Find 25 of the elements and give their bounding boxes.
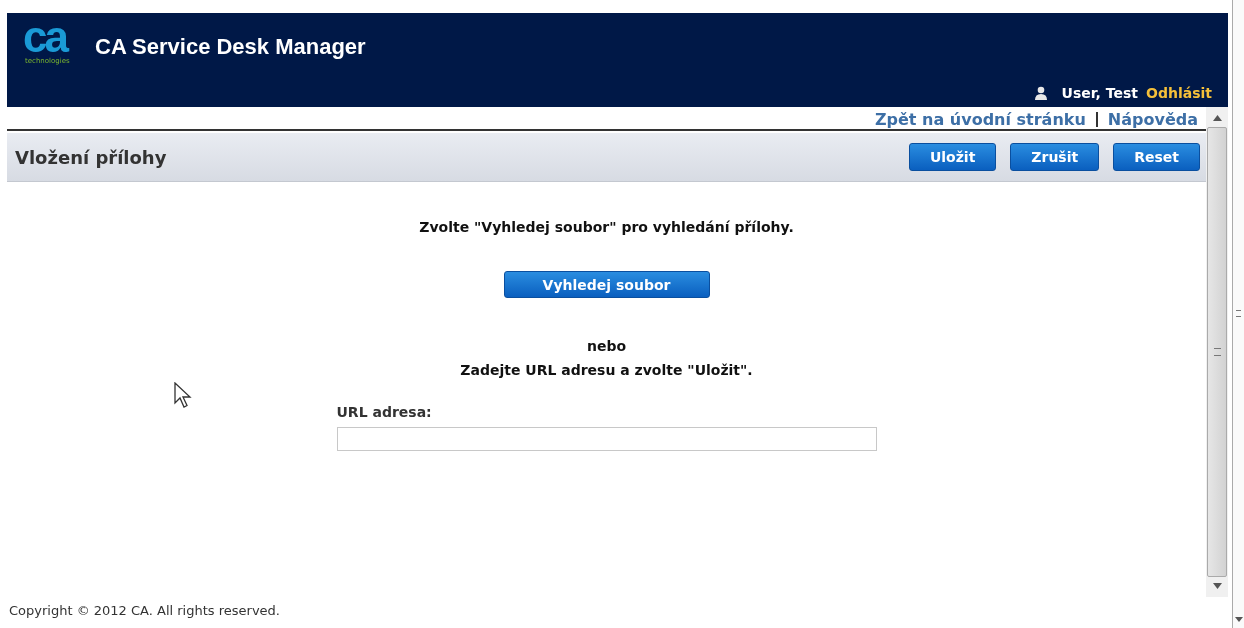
app-title: CA Service Desk Manager bbox=[95, 34, 366, 60]
outer-scrollbar[interactable] bbox=[1232, 0, 1244, 628]
url-input-field[interactable] bbox=[336, 427, 877, 451]
user-name: User, Test bbox=[1061, 85, 1139, 101]
user-icon bbox=[1033, 86, 1048, 100]
url-label: URL adresa: bbox=[336, 404, 433, 420]
scrollbar[interactable] bbox=[1206, 107, 1228, 597]
help-link[interactable]: Nápověda bbox=[1107, 109, 1198, 129]
save-button[interactable]: Uložit bbox=[908, 143, 997, 171]
page-title: Vložení přílohy bbox=[15, 146, 167, 168]
instruction-text: Zvolte "Vyhledej soubor" pro vyhledání přílohy. bbox=[419, 219, 794, 235]
scroll-up-icon[interactable] bbox=[1212, 115, 1222, 121]
cancel-button[interactable]: Zrušit bbox=[1010, 143, 1100, 171]
pointer-icon bbox=[174, 382, 192, 408]
scroll-down-icon[interactable] bbox=[1234, 617, 1243, 622]
home-link[interactable]: Zpět na úvodní stránku bbox=[874, 109, 1086, 129]
reset-button[interactable]: Reset bbox=[1113, 143, 1200, 171]
copyright-text: Copyright © 2012 CA. All rights reserved. bbox=[8, 603, 281, 618]
logo-mark: ca bbox=[23, 19, 66, 55]
url-instruction-text: Zadejte URL adresu a zvolte "Uložit". bbox=[460, 362, 753, 378]
logout-link[interactable]: Odhlásit bbox=[1146, 85, 1212, 101]
scroll-thumb[interactable] bbox=[1207, 127, 1227, 577]
scroll-down-icon[interactable] bbox=[1212, 583, 1222, 589]
browse-button[interactable]: Vyhledej soubor bbox=[503, 271, 710, 298]
or-text: nebo bbox=[586, 338, 627, 354]
